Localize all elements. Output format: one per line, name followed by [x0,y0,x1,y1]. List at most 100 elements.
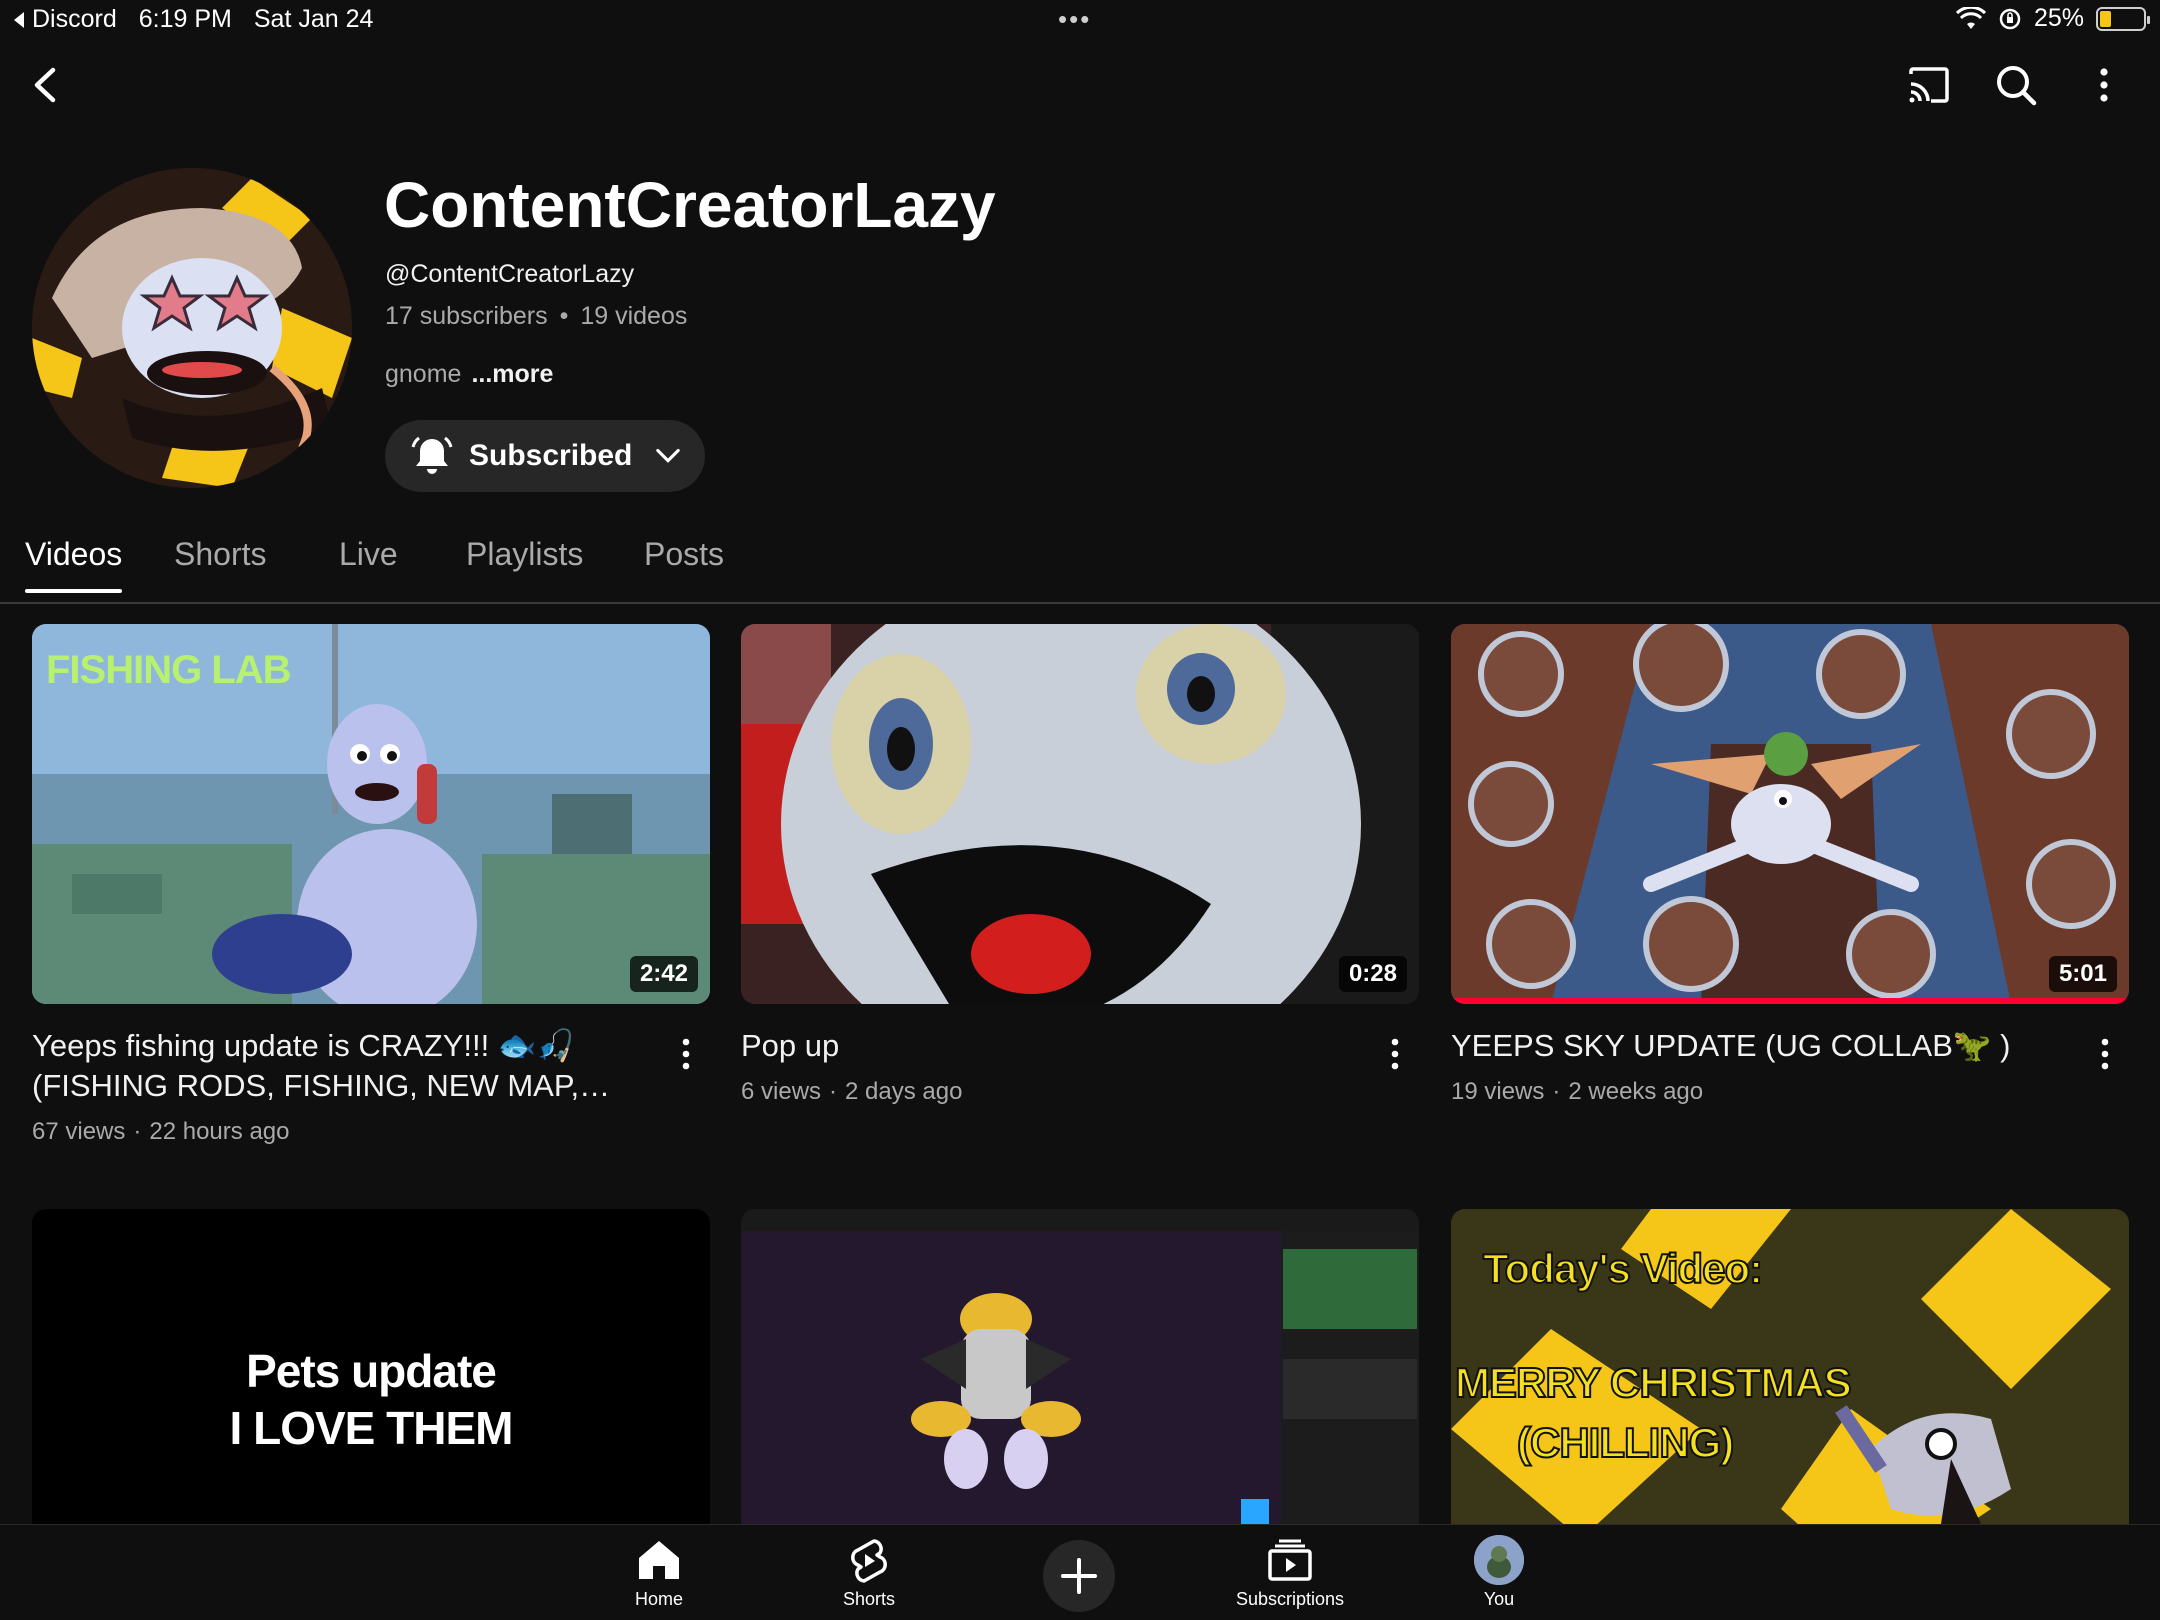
back-to-app[interactable]: Discord [12,5,117,34]
back-app-label: Discord [32,5,117,33]
description-text: gnome [385,360,462,388]
you-avatar-art [1474,1535,1524,1585]
video-title[interactable]: Yeeps fishing update is CRAZY!!! 🐟🎣 (FIS… [32,1026,650,1106]
subscriptions-icon [1268,1539,1312,1581]
thumbnail-overlay-text: Today's Video: [1482,1244,1764,1293]
back-triangle-icon [14,11,24,28]
video-title[interactable]: YEEPS SKY UPDATE (UG COLLAB🦖 ) [1451,1026,2069,1066]
channel-title: ContentCreatorLazy [384,169,996,241]
video-info: 19 views · 2 weeks ago [1451,1078,2069,1106]
tab-videos[interactable]: Videos [25,536,123,593]
tab-playlists[interactable]: Playlists [466,536,583,593]
meta-separator: · [1552,1078,1561,1105]
tab-posts[interactable]: Posts [644,536,724,593]
video-duration: 5:01 [2048,956,2117,992]
nav-label: Shorts [842,1589,896,1609]
bottom-navigation: Home Shorts Subscriptions You [0,1524,2160,1620]
video-duration: 2:42 [629,956,698,992]
subscriber-count: 17 subscribers [385,302,548,330]
video-menu-button[interactable] [2087,1032,2123,1076]
thumbnail-overlay-text: MERRY CHRISTMAS [1454,1358,1853,1407]
tab-shorts[interactable]: Shorts [174,536,266,593]
meta-separator: · [829,1078,838,1105]
video-menu-button[interactable] [668,1032,704,1076]
video-count: 19 videos [580,302,688,330]
subscribed-button[interactable]: Subscribed [385,420,705,492]
search-icon [1997,66,2037,106]
video-title[interactable]: Pop up [741,1026,1359,1066]
cast-button[interactable] [1896,53,1960,117]
stats-separator: • [559,302,569,330]
nav-label: You [1483,1589,1515,1609]
video-thumbnail[interactable] [741,1209,1419,1524]
thumbnail-overlay-text: FISHING LAB [46,648,292,692]
thumbnail-overlay-text: I LOVE THEM [229,1402,514,1454]
video-views: 67 views [32,1118,126,1145]
battery-level [2100,10,2111,27]
battery-percent: 25% [2033,4,2084,32]
video-card[interactable] [741,1209,1419,1524]
status-bar-right: 25% [1955,4,2150,33]
nav-label: Home [634,1589,683,1609]
top-bar [0,50,2160,120]
channel-avatar-art [32,168,352,488]
video-info: 6 views · 2 days ago [741,1078,1359,1106]
home-icon [639,1541,679,1579]
battery-icon [2096,6,2150,31]
chevron-down-icon [656,448,681,463]
channel-stats: 17 subscribers • 19 videos [385,302,687,331]
tab-live[interactable]: Live [339,536,398,593]
video-meta: Pop up 6 views · 2 days ago [741,1026,1419,1106]
video-age: 2 weeks ago [1568,1078,1704,1105]
video-card[interactable]: FISHING LAB 2:42 Yeeps fishing update is… [32,624,710,1146]
video-views: 19 views [1451,1078,1545,1105]
thumbnail-art [1451,624,2129,1004]
video-card[interactable]: 5:01 YEEPS SKY UPDATE (UG COLLAB🦖 ) 19 v… [1451,624,2129,1106]
video-card[interactable]: Today's Video: MERRY CHRISTMAS (CHILLING… [1451,1209,2129,1524]
status-time: 6:19 PM [138,5,232,33]
more-vert-icon [682,1038,690,1070]
video-card[interactable]: Pets update I LOVE THEM [32,1209,710,1524]
cast-icon [1909,67,1949,103]
thumbnail-art [741,1209,1419,1524]
video-menu-button[interactable] [1377,1032,1413,1076]
more-vert-icon [2100,68,2108,102]
video-thumbnail[interactable]: Pets update I LOVE THEM [32,1209,710,1524]
video-meta: Yeeps fishing update is CRAZY!!! 🐟🎣 (FIS… [32,1026,710,1146]
status-date: Sat Jan 24 [253,5,374,33]
back-icon [34,67,56,103]
subscribed-label: Subscribed [469,439,633,472]
video-card[interactable]: 0:28 Pop up 6 views · 2 days ago [741,624,1419,1106]
video-age: 2 days ago [845,1078,963,1105]
nav-subscriptions[interactable]: Subscriptions [1220,1535,1360,1610]
wifi-icon [1955,6,1986,29]
channel-description[interactable]: gnome ...more [385,360,553,389]
nav-home[interactable]: Home [589,1535,729,1610]
shorts-icon [851,1539,887,1583]
thumbnail-overlay-text: (CHILLING) [1516,1418,1735,1467]
video-meta: YEEPS SKY UPDATE (UG COLLAB🦖 ) 19 views … [1451,1026,2129,1106]
multitask-dots-icon[interactable]: ••• [1058,4,1091,35]
video-thumbnail[interactable]: FISHING LAB 2:42 [32,624,710,1004]
more-vert-icon [2101,1038,2109,1070]
search-button[interactable] [1984,53,2048,117]
create-button[interactable] [1043,1540,1115,1612]
nav-you[interactable]: You [1429,1535,1569,1610]
video-duration: 0:28 [1338,956,1407,992]
video-views: 6 views [741,1078,822,1105]
thumbnail-overlay-text: Pets update [246,1345,497,1397]
video-thumbnail[interactable]: Today's Video: MERRY CHRISTMAS (CHILLING… [1451,1209,2129,1524]
orientation-lock-icon [1999,8,2021,29]
more-options-button[interactable] [2072,53,2136,117]
nav-shorts[interactable]: Shorts [799,1535,939,1610]
description-more-link[interactable]: ...more [471,360,553,389]
you-avatar [1474,1535,1524,1585]
watch-progress-bar [1451,998,2129,1004]
channel-avatar[interactable] [32,168,352,488]
video-thumbnail[interactable]: 5:01 [1451,624,2129,1004]
back-button[interactable] [14,53,78,117]
channel-handle: @ContentCreatorLazy [385,260,635,288]
thumbnail-art [741,624,1419,1004]
video-thumbnail[interactable]: 0:28 [741,624,1419,1004]
video-info: 67 views · 22 hours ago [32,1118,650,1146]
